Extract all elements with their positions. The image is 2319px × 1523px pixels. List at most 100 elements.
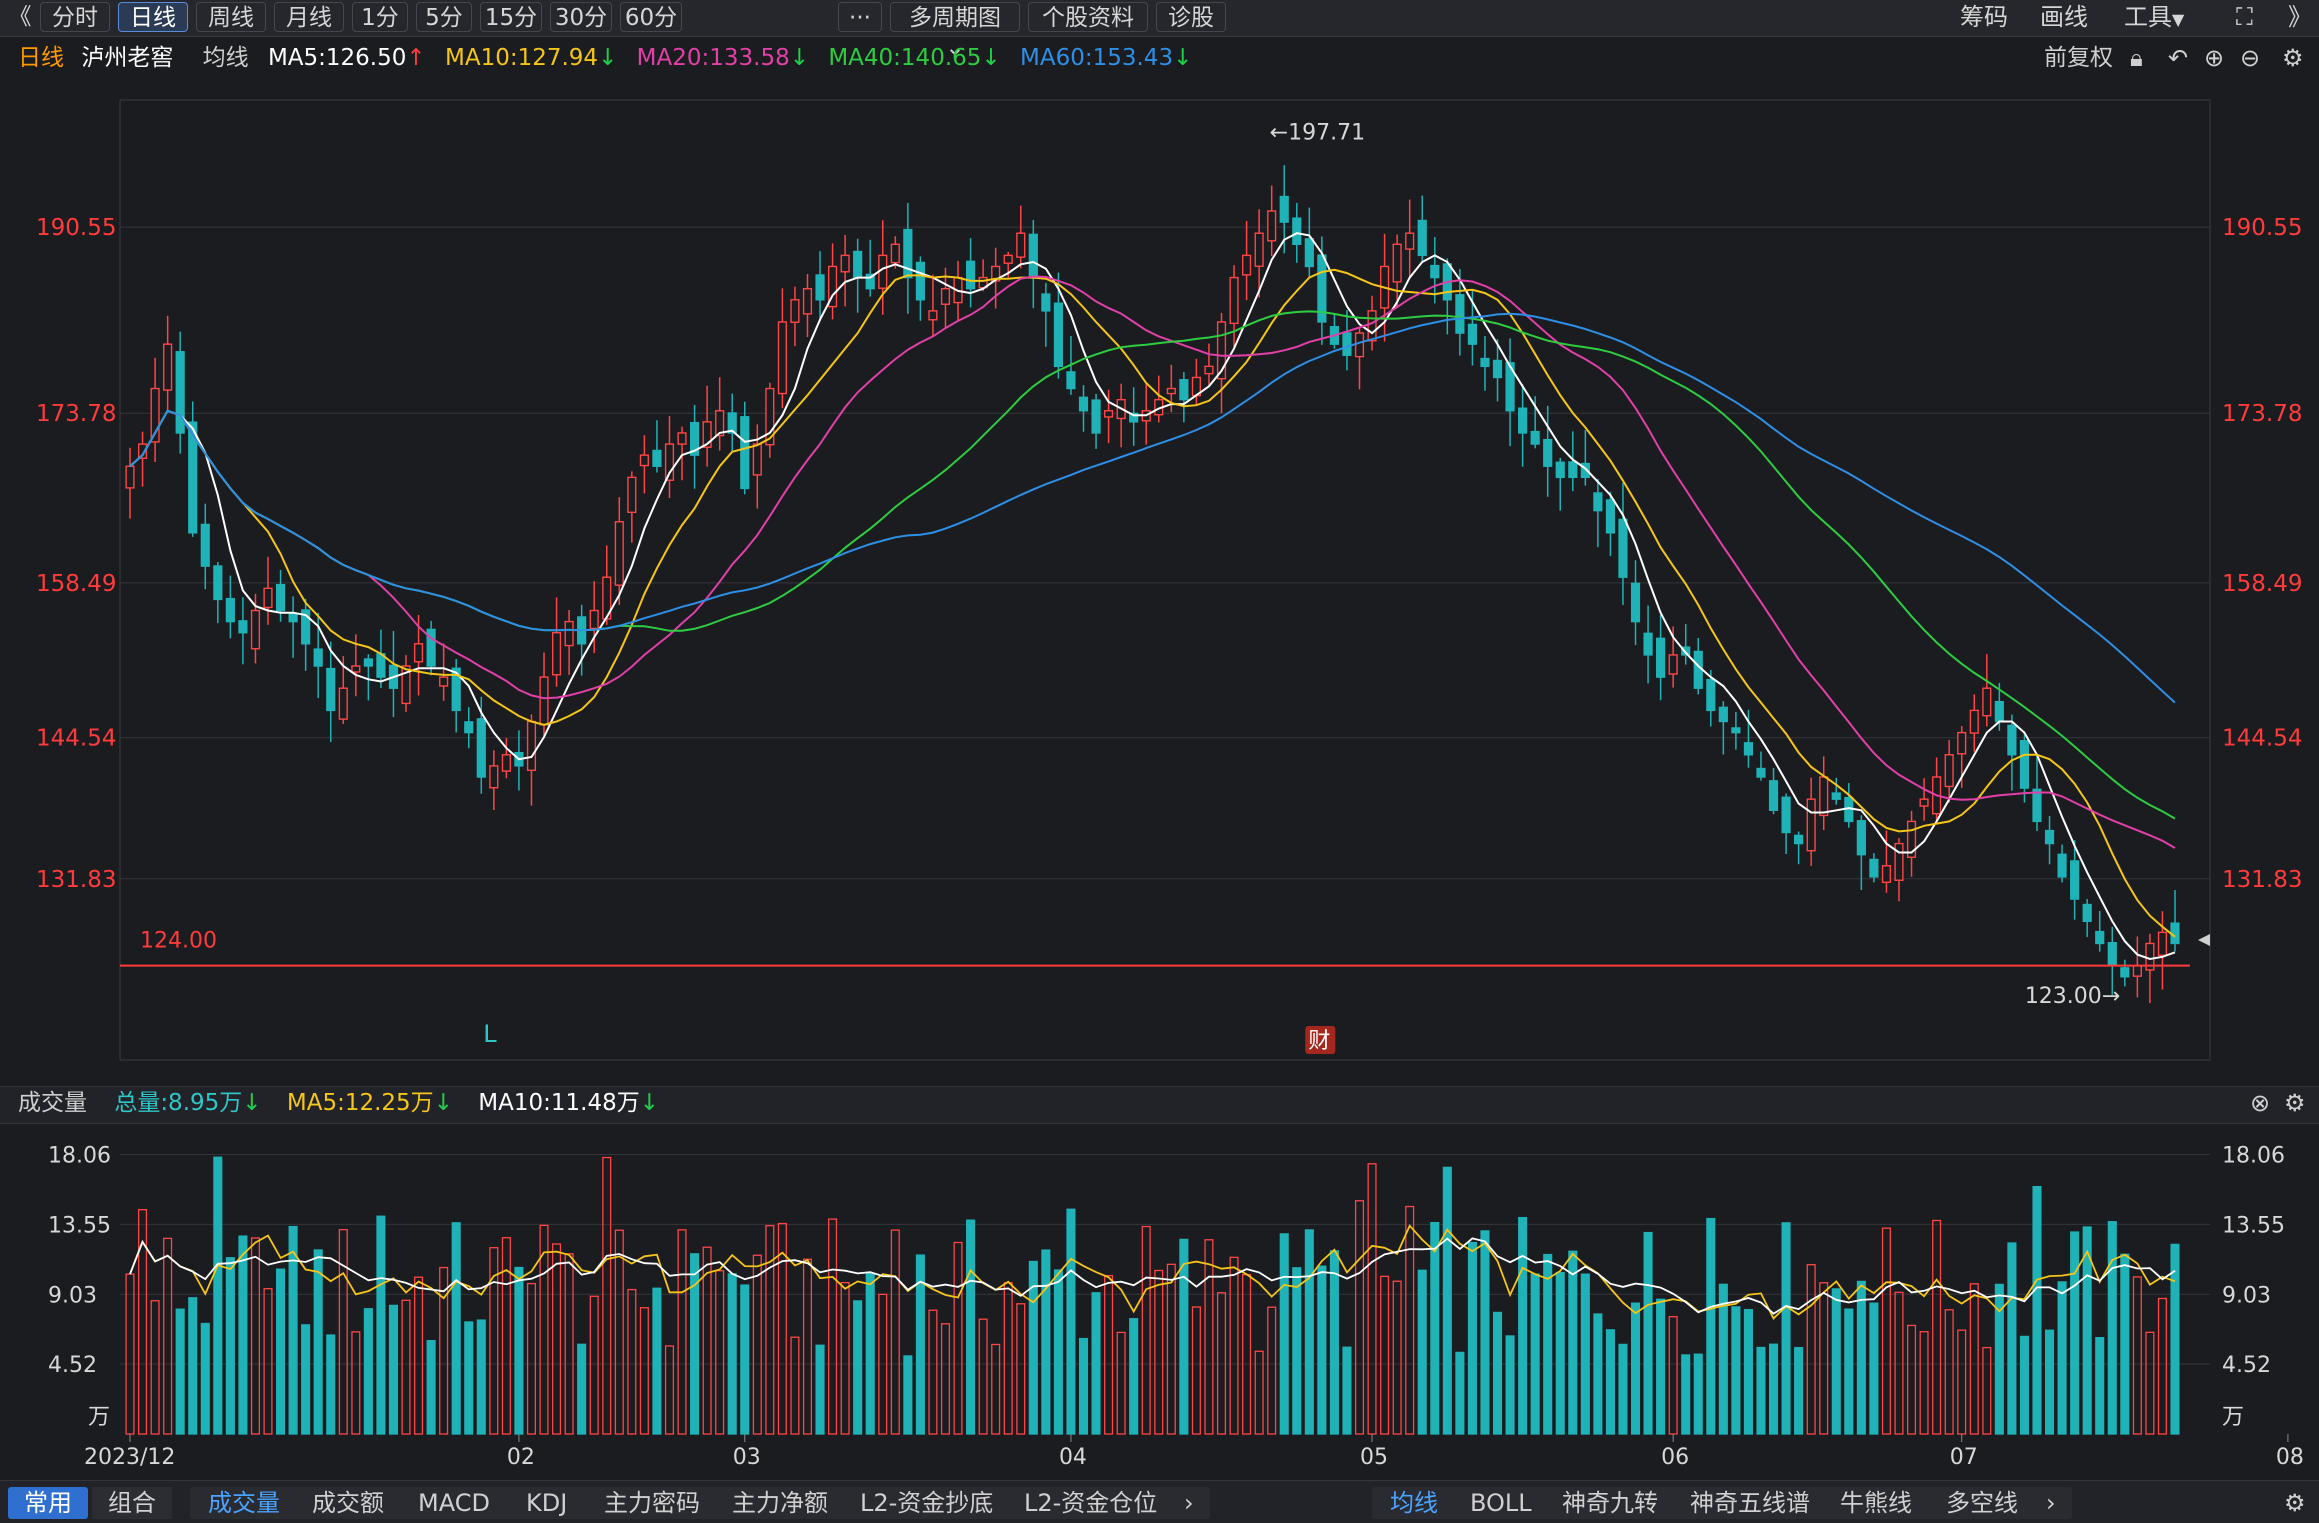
indicator-name[interactable]: 均线 [203, 45, 249, 71]
price-tick-label-left: 173.78 [36, 401, 116, 427]
candlestick-chart[interactable]: 190.55 190.55 173.78 173.78 158.49 158.49 144.… [0, 76, 2319, 1086]
l-marker[interactable]: L [483, 1020, 497, 1048]
candle-body [915, 261, 925, 301]
volume-bar [940, 1323, 951, 1435]
volume-bar [2145, 1331, 2155, 1435]
volume-bar [2057, 1281, 2067, 1435]
tab-combo[interactable]: 组合 [92, 1487, 172, 1519]
candle-body [1530, 430, 1540, 445]
lock-icon[interactable]: 🔒︎ [2130, 44, 2143, 72]
chevron-right-icon[interactable]: › [2046, 1487, 2056, 1519]
stock-info-button[interactable]: 个股资料 [1028, 2, 1148, 32]
volume-bar [301, 1324, 311, 1435]
volume-chart[interactable]: 18.06 18.06 13.55 13.55 9.03 9.03 4.52 4.52 万 万 2… [0, 1122, 2319, 1480]
candle-body [1656, 637, 1666, 678]
gear-icon[interactable]: ⚙ [2282, 44, 2304, 72]
period-tab-3[interactable]: 月线 [274, 2, 344, 32]
volume-tick-label-right: 18.06 [2222, 1144, 2285, 1169]
candle-body [1706, 678, 1716, 712]
volume-bar [351, 1331, 361, 1435]
candle-body [1555, 461, 1565, 479]
volume-bar [250, 1237, 260, 1435]
period-tab-1[interactable]: 日线 [118, 2, 188, 32]
volume-bar [1267, 1306, 1277, 1435]
tab-boll[interactable]: BOLL [1470, 1487, 1532, 1519]
x-axis-label: 05 [1360, 1445, 1388, 1470]
stock-name[interactable]: 泸州老窖 [81, 45, 173, 71]
adjust-mode-button[interactable]: 前复权 [2044, 42, 2113, 74]
tab-magic-five[interactable]: 神奇五线谱 [1690, 1487, 1810, 1519]
candle-body [125, 465, 135, 489]
tab-main-force-code[interactable]: 主力密码 [604, 1487, 700, 1519]
candle-body [1066, 371, 1076, 390]
volume-bar [163, 1237, 173, 1435]
zoom-out-icon[interactable]: ⊖ [2240, 44, 2260, 72]
volume-tick-label-left: 13.55 [48, 1213, 111, 1238]
volume-bar [828, 1218, 838, 1435]
chevron-right-icon[interactable]: › [1184, 1487, 1194, 1519]
volume-bar [1455, 1351, 1465, 1435]
volume-bar [589, 1295, 599, 1435]
period-tab-5[interactable]: 5分 [416, 2, 472, 32]
tab-kdj[interactable]: KDJ [526, 1487, 567, 1519]
double-chevron-right-icon[interactable]: 》 [2288, 2, 2312, 32]
candle-body [1593, 492, 1603, 512]
price-tick-label-left: 190.55 [36, 215, 116, 241]
zoom-in-icon[interactable]: ⊕ [2204, 44, 2224, 72]
tab-common[interactable]: 常用 [8, 1487, 88, 1519]
draw-line-button[interactable]: 画线 [2040, 2, 2088, 32]
volume-bar [1994, 1283, 2004, 1435]
candle-body [965, 260, 976, 290]
tab-volume[interactable]: 成交量 [208, 1487, 280, 1519]
price-tick-label-left: 158.49 [36, 571, 116, 597]
period-tab-2[interactable]: 周线 [196, 2, 266, 32]
double-chevron-left-icon[interactable]: 《 [4, 2, 36, 32]
tab-bull-bear[interactable]: 牛熊线 [1840, 1487, 1912, 1519]
candle-body [840, 254, 850, 273]
chip-distribution-button[interactable]: 筹码 [1960, 2, 2008, 32]
tab-main-net[interactable]: 主力净额 [732, 1487, 828, 1519]
tools-dropdown[interactable]: 工具▼ [2124, 2, 2184, 32]
volume-bar [1166, 1263, 1176, 1435]
volume-bar [1518, 1216, 1528, 1435]
candle-body [1417, 219, 1427, 257]
volume-bar [552, 1243, 562, 1435]
undo-icon[interactable]: ↶ [2168, 44, 2188, 72]
multi-period-dropdown[interactable]: 多周期图 ⌄ [890, 2, 1020, 61]
tab-l2-bottom[interactable]: L2-资金抄底 [860, 1487, 993, 1519]
tab-long-short[interactable]: 多空线 [1946, 1487, 2018, 1519]
volume-header: 成交量 总量:8.95万↓ MA5:12.25万↓ MA10:11.48万↓ ⊗… [0, 1086, 2319, 1124]
tab-macd[interactable]: MACD [418, 1487, 490, 1519]
period-tab-4[interactable]: 1分 [352, 2, 408, 32]
candle-body [1856, 820, 1866, 856]
candle-body [1292, 217, 1302, 245]
fullscreen-icon[interactable]: ⛶ [2236, 2, 2253, 32]
volume-bar [1806, 1264, 1816, 1435]
ma40-line [129, 310, 2176, 820]
tab-turnover[interactable]: 成交额 [312, 1487, 384, 1519]
period-tab-6[interactable]: 15分 [480, 2, 542, 32]
tab-ma[interactable]: 均线 [1390, 1487, 1438, 1519]
volume-title[interactable]: 成交量 [18, 1090, 87, 1116]
period-tab-7[interactable]: 30分 [550, 2, 612, 32]
candle-body [752, 443, 762, 476]
volume-bar [1041, 1249, 1051, 1435]
more-periods-button[interactable]: ··· [838, 2, 882, 32]
volume-bar [1442, 1166, 1452, 1435]
high-price-label: ←197.71 [1270, 121, 1365, 146]
close-icon[interactable]: ⊗ [2250, 1089, 2270, 1117]
period-tab-0[interactable]: 分时 [40, 2, 110, 32]
volume-tick-label-right: 9.03 [2222, 1283, 2271, 1308]
volume-bar [1492, 1311, 1503, 1435]
finance-marker[interactable]: 财 [1308, 1029, 1330, 1054]
tab-magic-nine[interactable]: 神奇九转 [1562, 1487, 1658, 1519]
candle-body [1969, 709, 1979, 734]
volume-bar [740, 1284, 750, 1435]
diagnose-button[interactable]: 诊股 [1156, 2, 1226, 32]
tab-l2-position[interactable]: L2-资金仓位 [1024, 1487, 1157, 1519]
gear-icon[interactable]: ⚙ [2284, 1487, 2306, 1519]
period-tab-8[interactable]: 60分 [620, 2, 682, 32]
top-toolbar: 《 分时 日线 周线 月线 1分 5分 15分 30分 60分 ··· 多周期图 ⌄ 个股资料 … [0, 0, 2319, 61]
gear-icon[interactable]: ⚙ [2284, 1089, 2306, 1117]
volume-bar [263, 1288, 273, 1435]
